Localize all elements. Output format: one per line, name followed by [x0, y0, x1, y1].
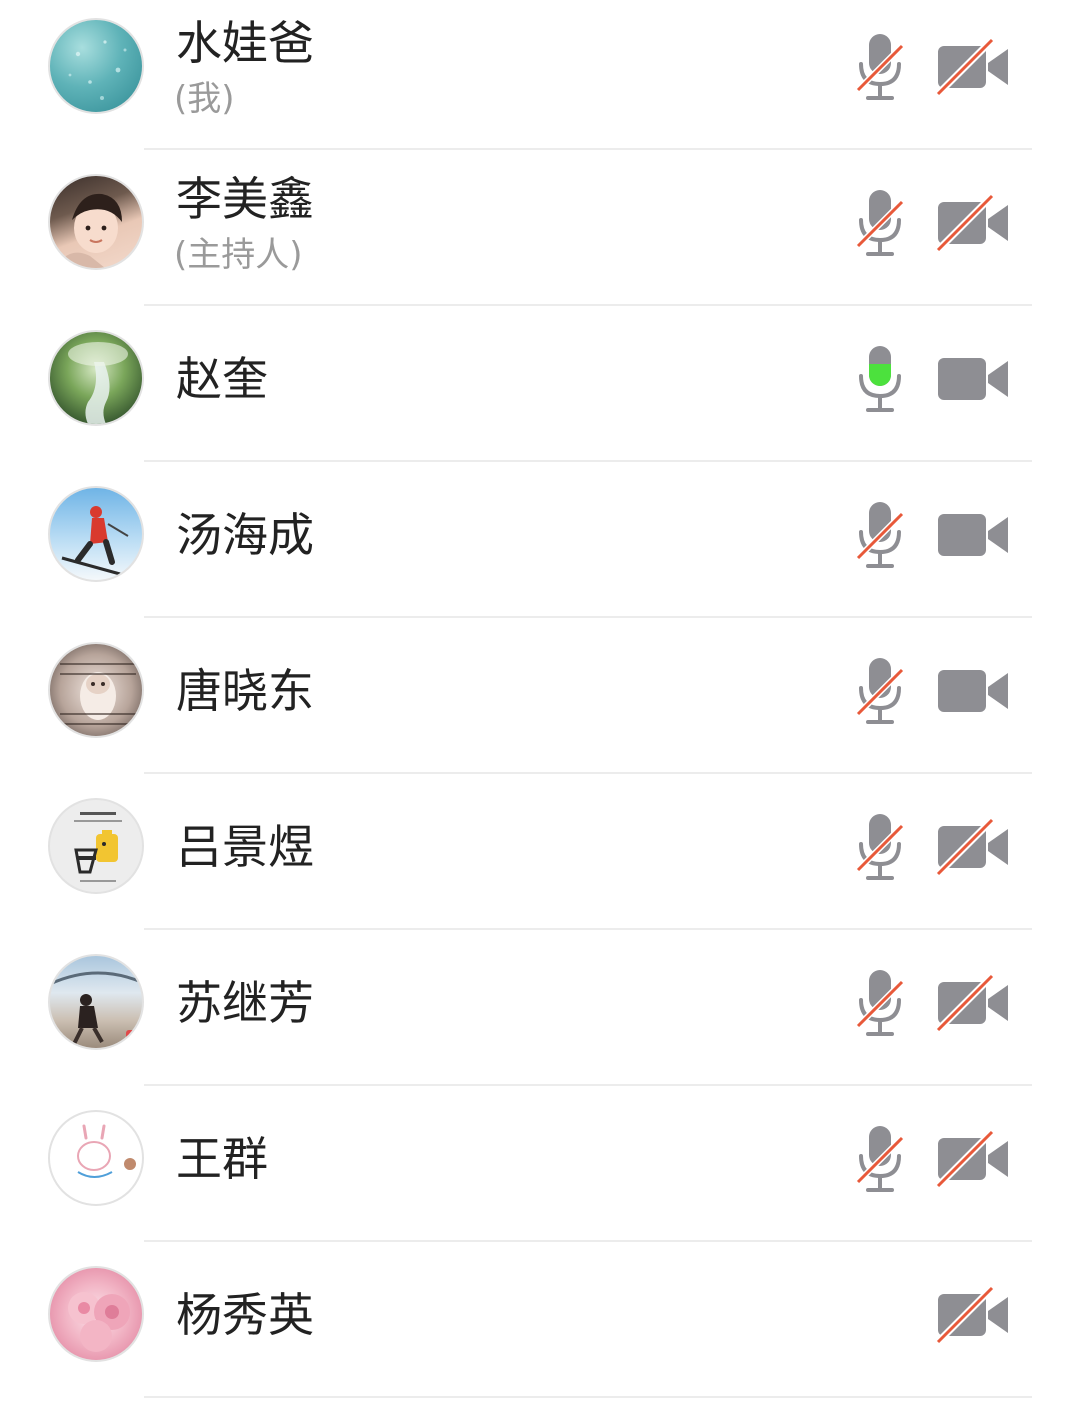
- participant-row[interactable]: 唐晓东: [0, 618, 1080, 774]
- mic-muted-icon[interactable]: [852, 30, 908, 106]
- participant-name: 王群: [176, 1132, 268, 1186]
- avatar: [48, 798, 144, 894]
- participant-list: 水娃爸 (我) 李美鑫 (主持人) 赵奎 汤海成 唐晓东 吕景煜 苏继芳 王群 …: [0, 0, 1080, 1406]
- mic-muted-icon[interactable]: [852, 498, 908, 574]
- participant-row[interactable]: 王群: [0, 1086, 1080, 1242]
- avatar: [48, 486, 144, 582]
- participant-role: (主持人): [174, 235, 303, 275]
- video-on-icon[interactable]: [934, 346, 1012, 412]
- video-off-icon[interactable]: [934, 970, 1012, 1036]
- mic-muted-icon[interactable]: [852, 654, 908, 730]
- mic-speaking-icon[interactable]: [852, 342, 908, 418]
- participant-row[interactable]: 水娃爸 (我): [0, 0, 1080, 150]
- mic-muted-icon[interactable]: [852, 966, 908, 1042]
- mic-muted-icon[interactable]: [852, 1122, 908, 1198]
- avatar: [48, 642, 144, 738]
- avatar: [48, 1110, 144, 1206]
- video-off-icon[interactable]: [934, 1126, 1012, 1192]
- avatar: [48, 18, 144, 114]
- participant-row[interactable]: 汤海成: [0, 462, 1080, 618]
- participant-row[interactable]: 吕景煜: [0, 774, 1080, 930]
- participant-name: 李美鑫: [176, 172, 314, 226]
- participant-name: 水娃爸: [176, 16, 314, 70]
- participant-name: 唐晓东: [176, 664, 314, 718]
- video-off-icon[interactable]: [934, 34, 1012, 100]
- video-on-icon[interactable]: [934, 502, 1012, 568]
- participant-row[interactable]: 李美鑫 (主持人): [0, 150, 1080, 306]
- avatar: [48, 954, 144, 1050]
- avatar: [48, 330, 144, 426]
- participant-row[interactable]: 赵奎: [0, 306, 1080, 462]
- video-off-icon[interactable]: [934, 814, 1012, 880]
- participant-row[interactable]: 苏继芳: [0, 930, 1080, 1086]
- participant-role: (我): [174, 79, 235, 119]
- participant-name: 汤海成: [176, 508, 314, 562]
- video-off-icon[interactable]: [934, 1282, 1012, 1348]
- mic-muted-icon[interactable]: [852, 810, 908, 886]
- participant-name: 杨秀英: [176, 1288, 314, 1342]
- mic-muted-icon[interactable]: [852, 186, 908, 262]
- participant-row[interactable]: 杨秀英: [0, 1242, 1080, 1398]
- participant-name: 赵奎: [176, 352, 268, 406]
- avatar: [48, 174, 144, 270]
- video-on-icon[interactable]: [934, 658, 1012, 724]
- divider: [144, 1396, 1032, 1398]
- participant-name: 吕景煜: [176, 820, 314, 874]
- video-off-icon[interactable]: [934, 190, 1012, 256]
- participant-name: 苏继芳: [176, 976, 314, 1030]
- avatar: [48, 1266, 144, 1362]
